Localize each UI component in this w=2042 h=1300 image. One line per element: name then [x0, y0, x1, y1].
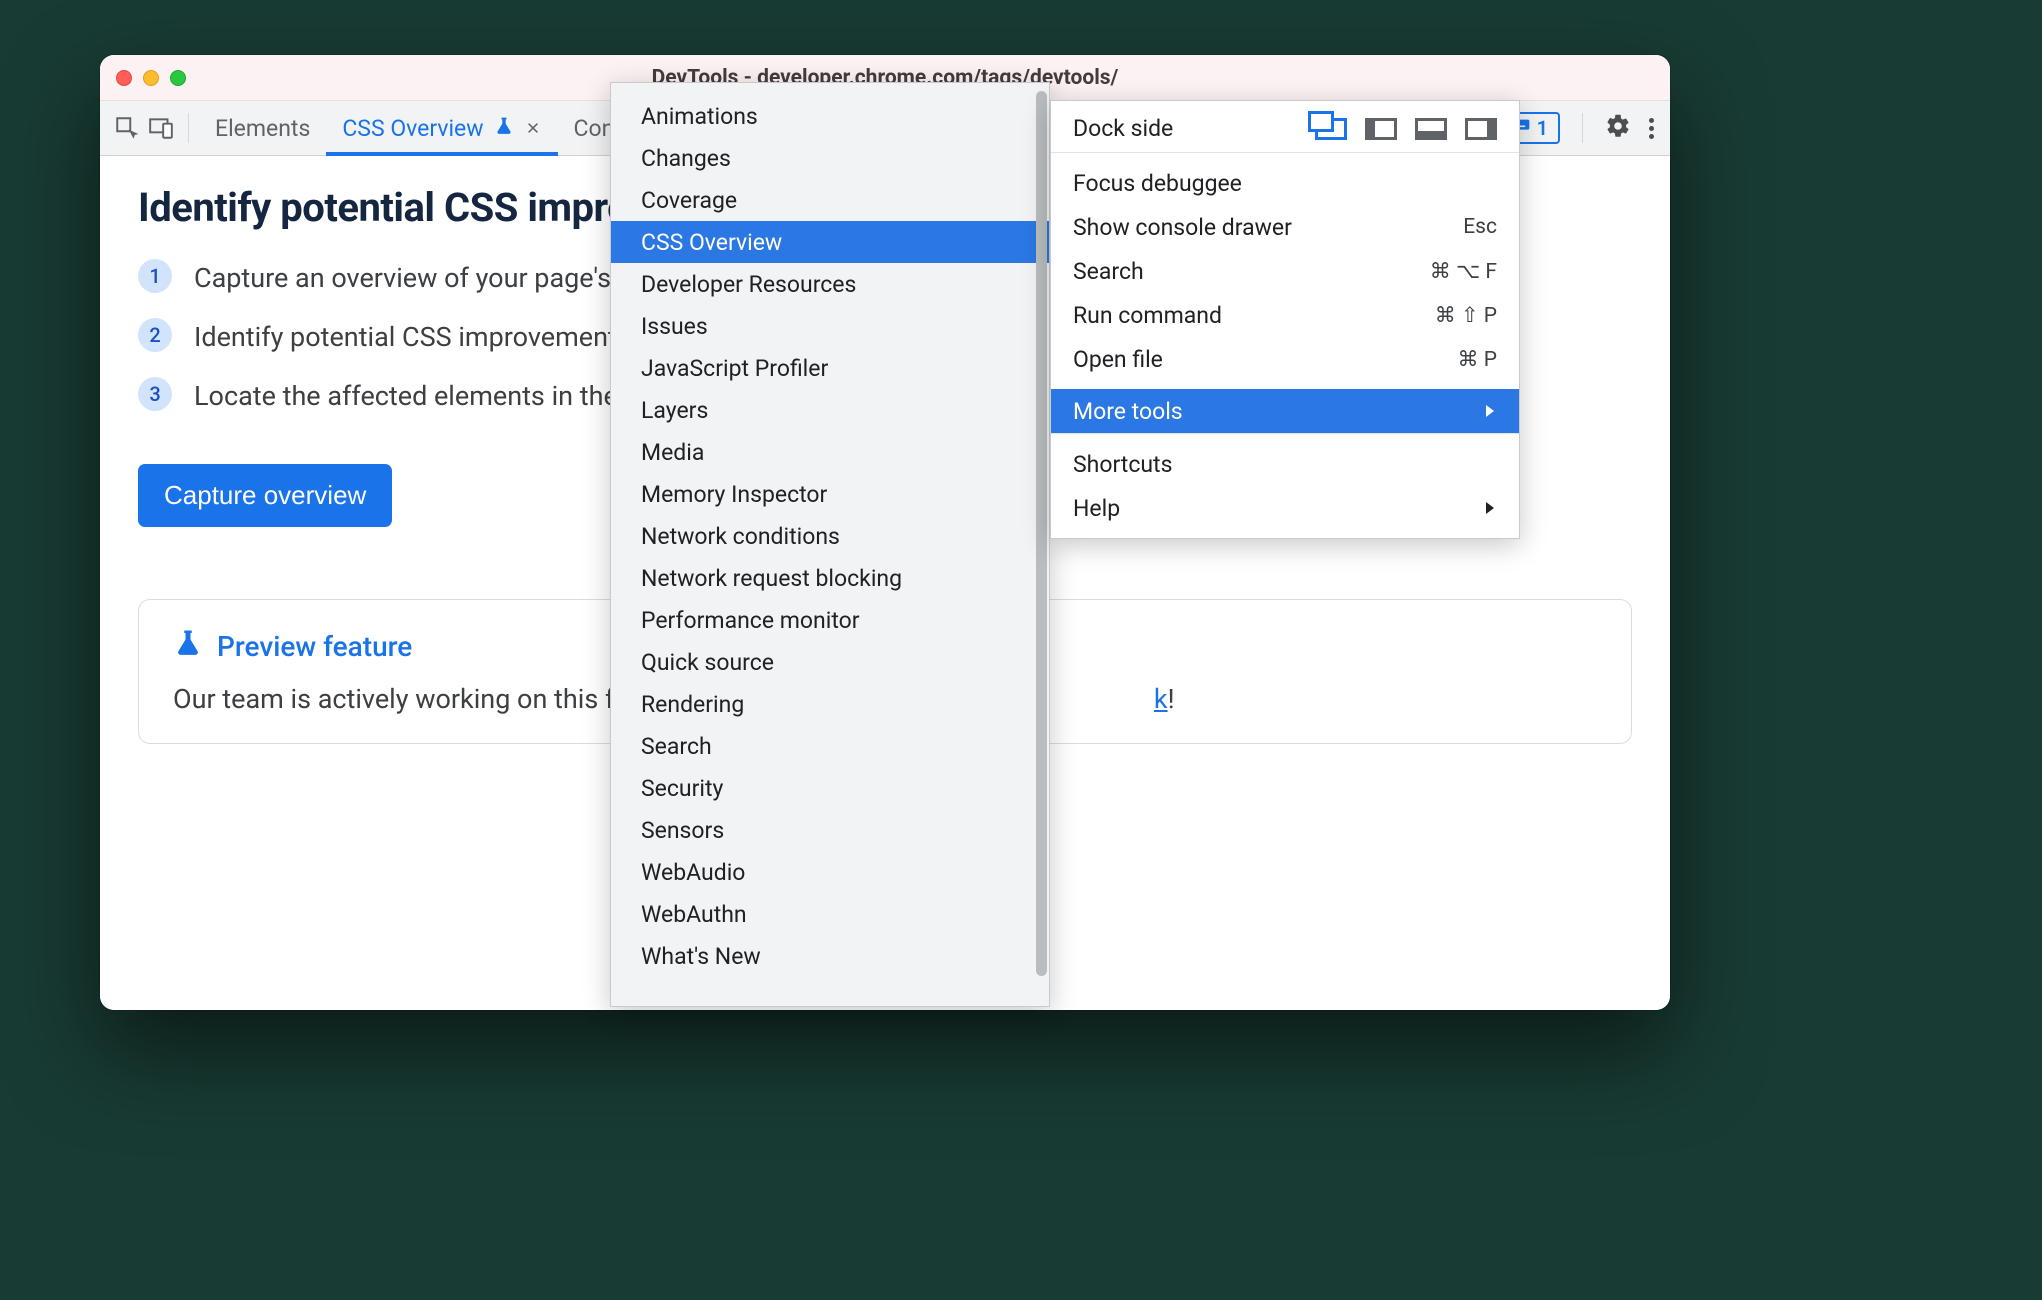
dock-bottom-icon[interactable] — [1415, 118, 1447, 140]
submenu-item[interactable]: Memory Inspector — [611, 473, 1049, 515]
dock-right-icon[interactable] — [1465, 118, 1497, 140]
settings-gear-icon[interactable] — [1605, 113, 1631, 143]
submenu-item[interactable]: Layers — [611, 389, 1049, 431]
kebab-menu-icon[interactable] — [1643, 118, 1660, 139]
tab-css-overview[interactable]: CSS Overview — [326, 101, 557, 155]
menu-item-more-tools[interactable]: More tools — [1051, 389, 1519, 433]
menu-item[interactable]: Run command⌘ ⇧ P — [1051, 293, 1519, 337]
submenu-item[interactable]: Media — [611, 431, 1049, 473]
inspect-icon[interactable] — [110, 111, 144, 145]
window-controls — [100, 70, 186, 86]
feedback-link[interactable]: k — [1154, 683, 1168, 715]
submenu-item[interactable]: Sensors — [611, 809, 1049, 851]
menu-shortcut: ⌘ P — [1458, 347, 1497, 372]
menu-label: More tools — [1073, 398, 1481, 425]
tab-label: CSS Overview — [342, 115, 483, 142]
step-text: Capture an overview of your page's CSS — [194, 259, 667, 298]
menu-label: Show console drawer — [1073, 214, 1463, 241]
dock-side-row: Dock side — [1051, 101, 1519, 152]
menu-shortcut: Esc — [1463, 215, 1497, 239]
dock-left-icon[interactable] — [1365, 118, 1397, 140]
menu-label: Focus debuggee — [1073, 170, 1497, 197]
menu-label: Search — [1073, 258, 1430, 285]
scrollbar[interactable] — [1036, 91, 1047, 976]
tab-label: Elements — [215, 115, 310, 142]
separator — [188, 113, 189, 143]
submenu-item[interactable]: WebAudio — [611, 851, 1049, 893]
submenu-item[interactable]: Security — [611, 767, 1049, 809]
submenu-item[interactable]: Changes — [611, 137, 1049, 179]
close-window-button[interactable] — [116, 70, 132, 86]
menu-item[interactable]: Focus debuggee — [1051, 161, 1519, 205]
issues-count: 1 — [1537, 116, 1548, 140]
minimize-window-button[interactable] — [143, 70, 159, 86]
separator — [1582, 113, 1583, 143]
menu-shortcut: ⌘ ⌥ F — [1430, 259, 1497, 284]
submenu-item[interactable]: Performance monitor — [611, 599, 1049, 641]
submenu-item[interactable]: CSS Overview — [611, 221, 1049, 263]
dock-side-label: Dock side — [1073, 115, 1173, 142]
menu-label: Run command — [1073, 302, 1435, 329]
flask-icon — [494, 115, 514, 142]
submenu-item[interactable]: What's New — [611, 935, 1049, 977]
maximize-window-button[interactable] — [170, 70, 186, 86]
settings-menu: Dock side Focus debuggee Show console dra… — [1050, 100, 1520, 539]
dock-undock-icon[interactable] — [1315, 118, 1347, 140]
device-toggle-icon[interactable] — [144, 111, 178, 145]
preview-title: Preview feature — [217, 630, 412, 663]
chevron-right-icon — [1481, 398, 1497, 425]
menu-item[interactable]: Search⌘ ⌥ F — [1051, 249, 1519, 293]
submenu-item[interactable]: Network conditions — [611, 515, 1049, 557]
chevron-right-icon — [1481, 495, 1497, 522]
submenu-item[interactable]: Animations — [611, 95, 1049, 137]
menu-item[interactable]: Open file⌘ P — [1051, 337, 1519, 381]
more-tools-submenu: AnimationsChangesCoverageCSS OverviewDev… — [610, 82, 1050, 1007]
submenu-item[interactable]: Rendering — [611, 683, 1049, 725]
menu-label: Open file — [1073, 346, 1458, 373]
step-number: 1 — [138, 259, 172, 293]
submenu-item[interactable]: Issues — [611, 305, 1049, 347]
submenu-item[interactable]: Search — [611, 725, 1049, 767]
menu-shortcut: ⌘ ⇧ P — [1435, 303, 1497, 328]
submenu-item[interactable]: Quick source — [611, 641, 1049, 683]
capture-overview-button[interactable]: Capture overview — [138, 464, 392, 527]
menu-item[interactable]: Show console drawerEsc — [1051, 205, 1519, 249]
step-number: 2 — [138, 318, 172, 352]
menu-item[interactable]: Shortcuts — [1051, 442, 1519, 486]
step-number: 3 — [138, 377, 172, 411]
submenu-item[interactable]: Network request blocking — [611, 557, 1049, 599]
submenu-item[interactable]: JavaScript Profiler — [611, 347, 1049, 389]
submenu-item[interactable]: Coverage — [611, 179, 1049, 221]
menu-label: Help — [1073, 495, 1481, 522]
tab-elements[interactable]: Elements — [199, 101, 326, 155]
close-tab-icon[interactable] — [524, 119, 542, 137]
submenu-item[interactable]: WebAuthn — [611, 893, 1049, 935]
submenu-item[interactable]: Developer Resources — [611, 263, 1049, 305]
flask-icon — [173, 628, 203, 665]
menu-item[interactable]: Help — [1051, 486, 1519, 530]
menu-label: Shortcuts — [1073, 451, 1497, 478]
